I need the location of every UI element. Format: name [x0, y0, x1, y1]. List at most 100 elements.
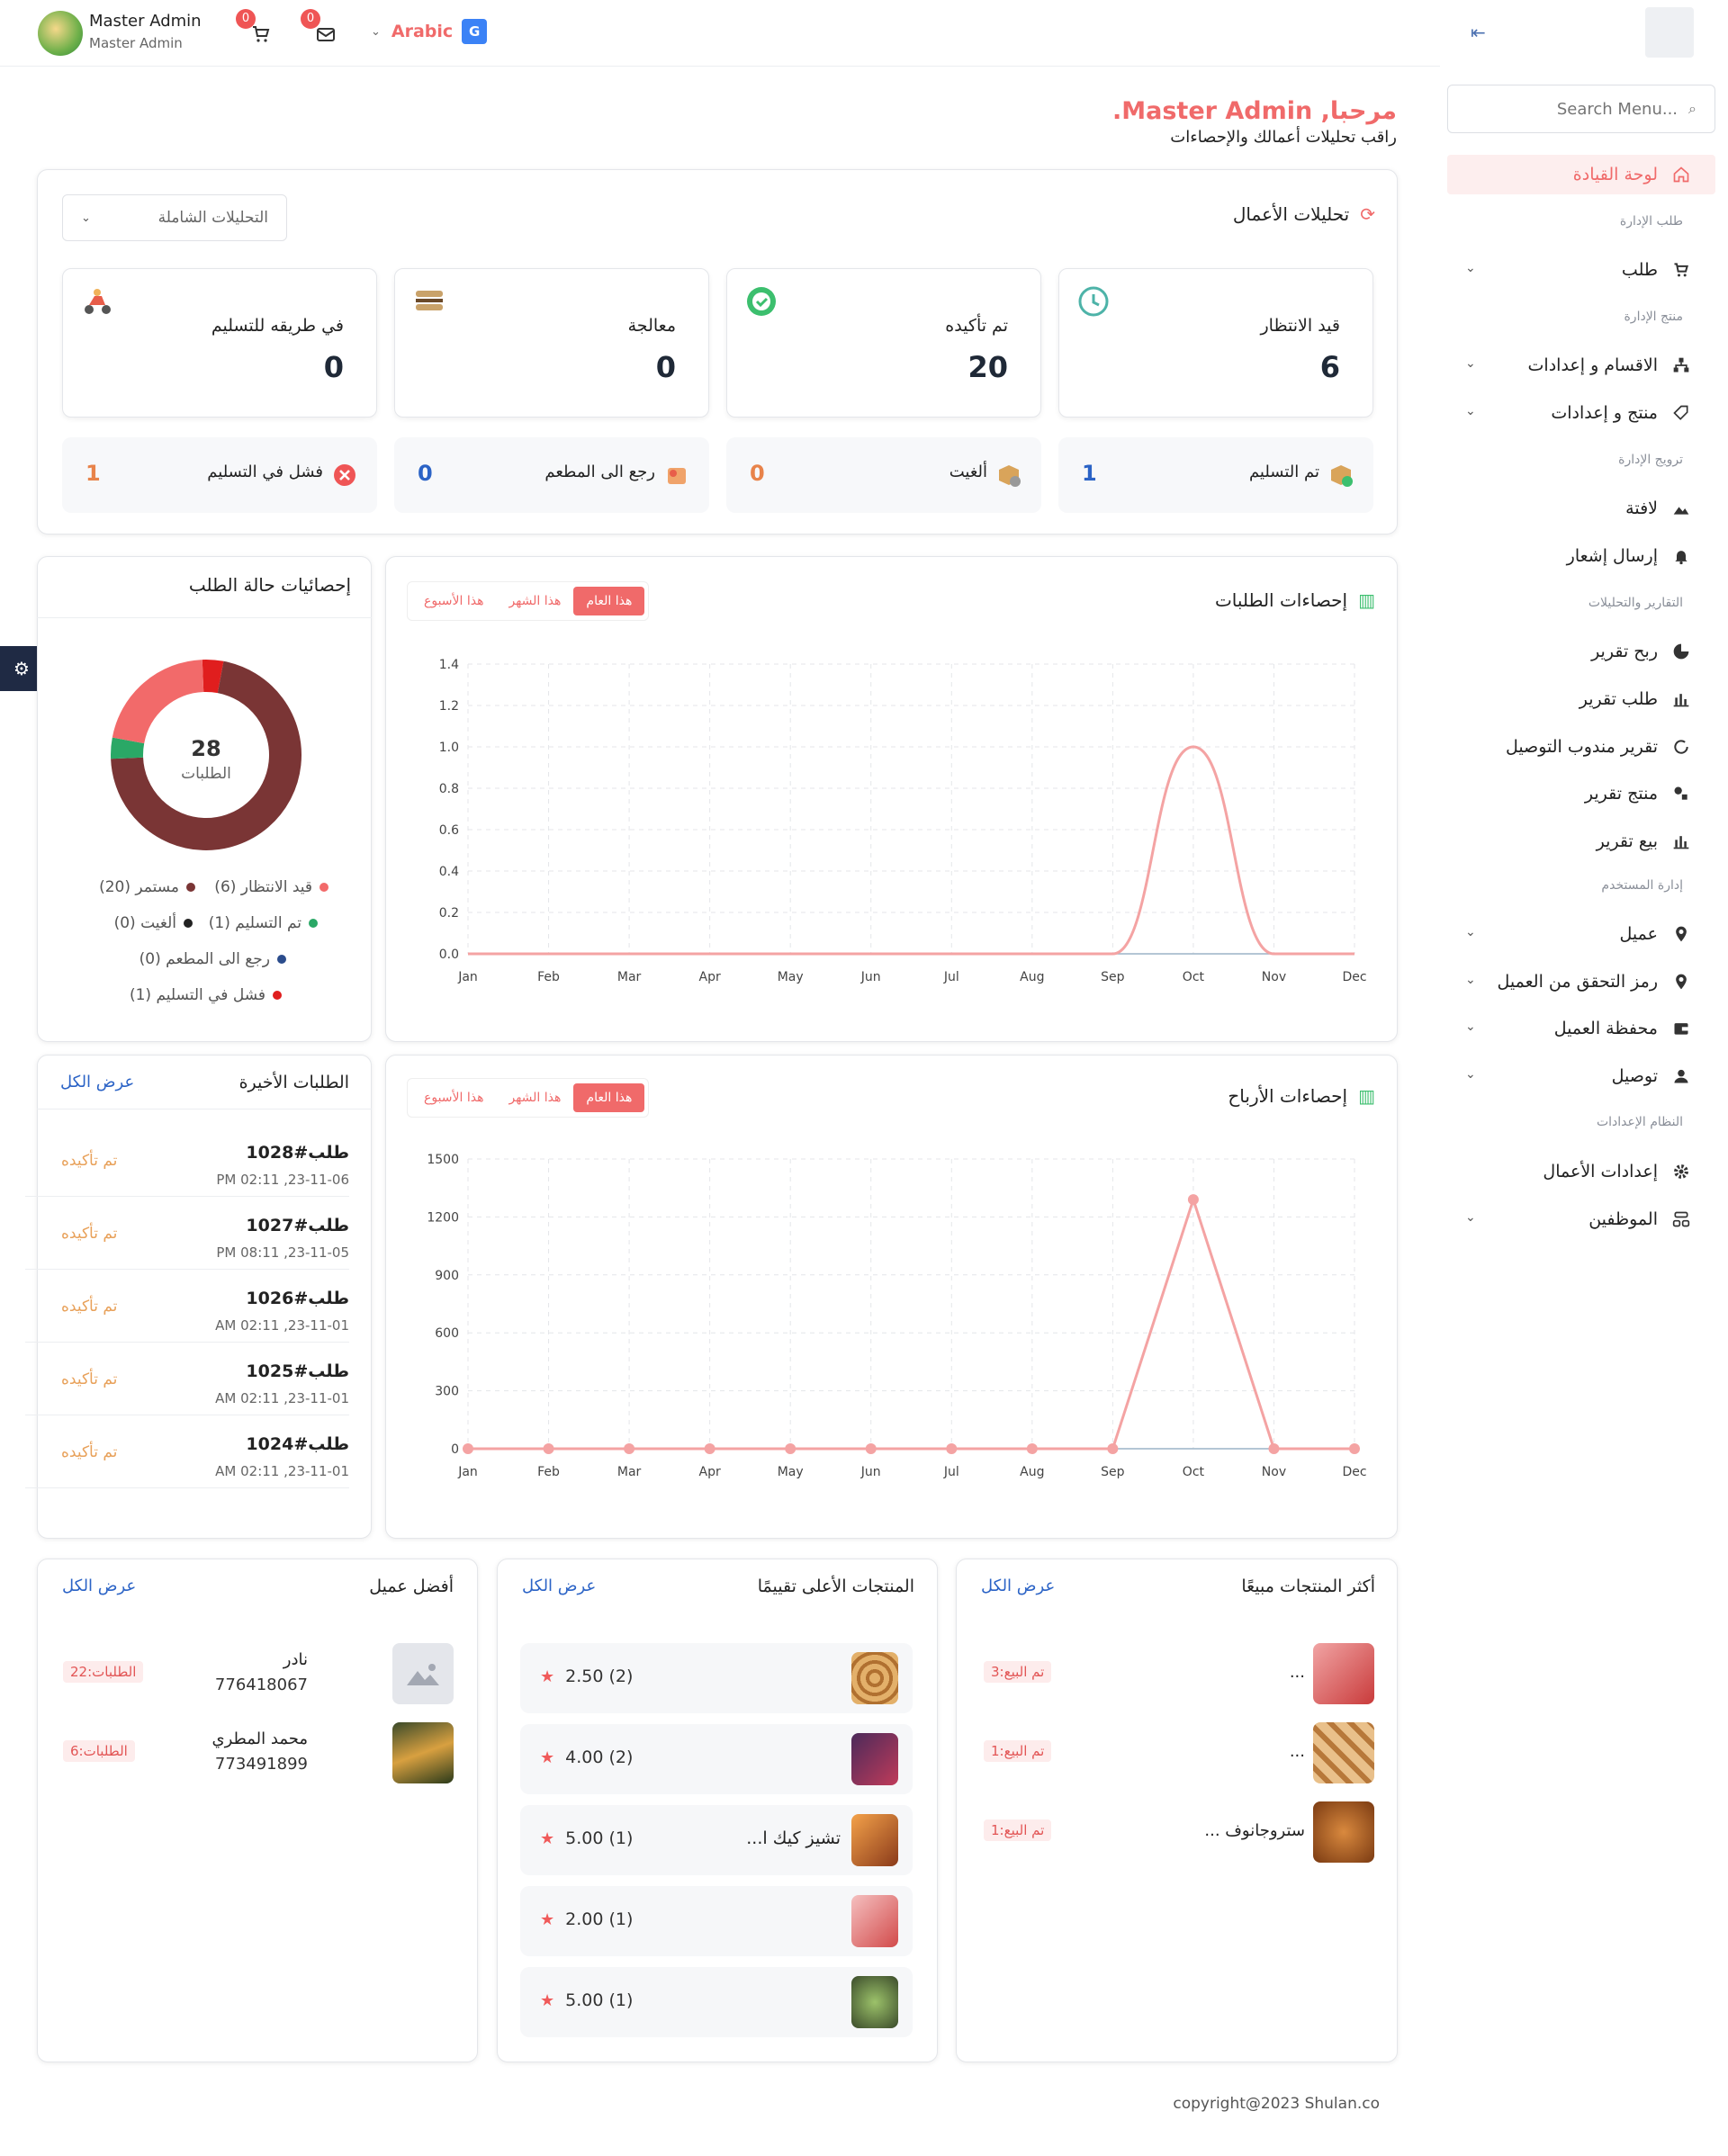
y-tick-label: 0.2 [439, 906, 459, 921]
sidebar-item-delivery[interactable]: توصيل [1612, 1060, 1692, 1092]
y-tick-label: 1.0 [439, 741, 459, 755]
sidebar-item-product[interactable]: منتج و إعدادات [1551, 397, 1692, 429]
orders-period-tabs: هذا العام هذا الشهر هذا الأسبوع [407, 581, 650, 621]
sidebar-search-input[interactable] [1498, 99, 1678, 119]
customer-name: محمد المطري [212, 1729, 308, 1748]
x-tick-label: Jan [457, 970, 478, 984]
stat-confirmed[interactable]: تم تأكيده 20 [726, 268, 1041, 418]
sidebar-item-delivery-report[interactable]: تقرير مندوب التوصيل [1506, 731, 1692, 763]
rated-product-row[interactable]: ★ 5.00 (1) [520, 1967, 913, 2037]
sidebar-search[interactable]: ⌕ [1447, 85, 1715, 133]
donut-slice [112, 660, 204, 744]
x-tick-label: Dec [1342, 970, 1366, 984]
orders-badge: الطلبات:6 [63, 1740, 135, 1762]
mini-failed[interactable]: فشل في التسليم 1 [62, 437, 377, 513]
top-rated-view-all-link[interactable]: عرض الكل [522, 1577, 596, 1595]
stat-processing[interactable]: معالجة 0 [394, 268, 709, 418]
legend-dot [186, 883, 195, 892]
stat-pending[interactable]: قيد الانتظار 6 [1058, 268, 1373, 418]
section-reports: التقارير والتحليلات [1588, 596, 1683, 610]
mini-returned[interactable]: رجع الى المطعم 0 [394, 437, 709, 513]
tab-month[interactable]: هذا الشهر [497, 1083, 574, 1112]
rated-product-row[interactable]: ★ 2.00 (1) [520, 1886, 913, 1956]
chevron-down-icon[interactable]: ⌄ [1465, 1020, 1476, 1034]
mini-delivered[interactable]: تم التسليم 1 [1058, 437, 1373, 513]
hierarchy-icon [1670, 355, 1692, 376]
sidebar-item-wallet[interactable]: محفظة العميل [1554, 1012, 1692, 1045]
recent-order-row[interactable]: طلب#1024 23-11-01, 02:11 AM تم تأكيده [25, 1416, 349, 1488]
sidebar-item-customer[interactable]: عميل [1620, 918, 1692, 950]
collapse-sidebar-icon[interactable]: ⇤ [1471, 22, 1486, 43]
analytics-filter-select[interactable]: التحليلات الشاملة ⌄ [62, 194, 287, 241]
tab-month[interactable]: هذا الشهر [497, 587, 574, 615]
x-tick-label: Mar [617, 1465, 642, 1479]
y-tick-label: 300 [435, 1385, 459, 1399]
recent-order-row[interactable]: طلب#1026 23-11-01, 02:11 AM تم تأكيده [25, 1271, 349, 1343]
rating-value: ★ 4.00 (2) [540, 1747, 634, 1767]
best-selling-view-all-link[interactable]: عرض الكل [981, 1577, 1055, 1595]
rated-product-row[interactable]: تشيز كيك ا... ★ 5.00 (1) [520, 1805, 913, 1875]
tab-year[interactable]: هذا العام [573, 1083, 645, 1112]
translate-icon: G [462, 19, 488, 44]
sidebar-item-employees[interactable]: الموظفين [1588, 1203, 1692, 1235]
product-name: ستروجانوف ... [1204, 1821, 1305, 1840]
language-selector[interactable]: ⌄ Arabic G [371, 18, 488, 45]
chevron-down-icon[interactable]: ⌄ [1465, 973, 1476, 987]
sidebar-item-profit-report[interactable]: ربح تقرير [1591, 635, 1692, 668]
data-point [543, 1443, 554, 1454]
stat-on-the-way[interactable]: في طريقه للتسليم 0 [62, 268, 377, 418]
footer-copyright: copyright@2023 Shulan.co [1173, 2095, 1380, 2113]
tab-week[interactable]: هذا الأسبوع [411, 587, 497, 615]
top-customers-view-all-link[interactable]: عرض الكل [62, 1577, 136, 1595]
top-customers-title: أفضل عميل [369, 1577, 454, 1596]
y-tick-label: 900 [435, 1269, 459, 1283]
refresh-icon [1670, 736, 1692, 758]
x-tick-label: Dec [1342, 1465, 1366, 1479]
recent-order-row[interactable]: طلب#1027 23-11-05, 08:11 PM تم تأكيده [25, 1198, 349, 1270]
sidebar-item-sale-report[interactable]: بيع تقرير [1597, 825, 1692, 858]
sidebar-item-business-settings[interactable]: إعدادات الأعمال [1543, 1155, 1692, 1188]
sidebar-item-verify[interactable]: رمز التحقق من العميل [1498, 966, 1692, 998]
data-point [624, 1443, 635, 1454]
user-name: Master Admin [89, 12, 202, 31]
rating-value: ★ 5.00 (1) [540, 1828, 634, 1848]
sidebar-item-notify[interactable]: إرسال إشعار [1567, 540, 1692, 572]
avatar [392, 1722, 454, 1783]
profit-period-tabs: هذا العام هذا الشهر هذا الأسبوع [407, 1078, 650, 1118]
chart-up-icon: ▥ [1358, 1085, 1375, 1107]
chevron-down-icon[interactable]: ⌄ [1465, 356, 1476, 371]
sidebar-item-product-report[interactable]: منتج تقرير [1585, 777, 1692, 810]
recent-order-row[interactable]: طلب#1025 23-11-01, 02:11 AM تم تأكيده [25, 1343, 349, 1415]
rated-product-row[interactable]: ★ 4.00 (2) [520, 1724, 913, 1794]
chevron-down-icon[interactable]: ⌄ [1465, 404, 1476, 418]
legend-pending: قيد الانتظار (6) [214, 878, 328, 896]
tab-year[interactable]: هذا العام [573, 587, 645, 615]
recent-view-all-link[interactable]: عرض الكل [60, 1073, 134, 1091]
chevron-down-icon[interactable]: ⌄ [1465, 925, 1476, 939]
wallet-icon [1670, 1018, 1692, 1039]
rated-product-row[interactable]: ★ 2.50 (2) [520, 1643, 913, 1713]
team-icon [1670, 1208, 1692, 1230]
sidebar-item-banner[interactable]: لافتة [1625, 492, 1692, 525]
x-circle-icon [332, 463, 357, 488]
chevron-down-icon[interactable]: ⌄ [1465, 261, 1476, 275]
tab-week[interactable]: هذا الأسبوع [411, 1083, 497, 1112]
burger-icon [413, 285, 446, 318]
pie-chart-icon [1670, 641, 1692, 662]
sidebar-item-categories[interactable]: الاقسام و إعدادات [1528, 349, 1692, 382]
orders-badge: الطلبات:22 [63, 1661, 144, 1683]
recent-order-row[interactable]: طلب#1028 23-11-06, 02:11 PM تم تأكيده [25, 1125, 349, 1197]
chevron-down-icon[interactable]: ⌄ [1465, 1067, 1476, 1082]
mini-cancelled[interactable]: ألغيت 0 [726, 437, 1041, 513]
y-tick-label: 1500 [427, 1153, 459, 1167]
sidebar-item-order[interactable]: طلب [1622, 254, 1692, 286]
product-thumbnail [1313, 1801, 1374, 1863]
x-tick-label: Apr [699, 1465, 721, 1479]
chevron-down-icon[interactable]: ⌄ [1465, 1210, 1476, 1225]
user-pin-icon [1670, 971, 1692, 993]
legend-failed: فشل في التسليم (1) [130, 986, 282, 1004]
sidebar-item-order-report[interactable]: طلب تقرير [1580, 683, 1692, 715]
chart-up-icon: ▥ [1358, 589, 1375, 611]
data-point [946, 1443, 958, 1454]
profit-chart-title: ▥ إحصاءات الأرباح [1228, 1085, 1375, 1107]
